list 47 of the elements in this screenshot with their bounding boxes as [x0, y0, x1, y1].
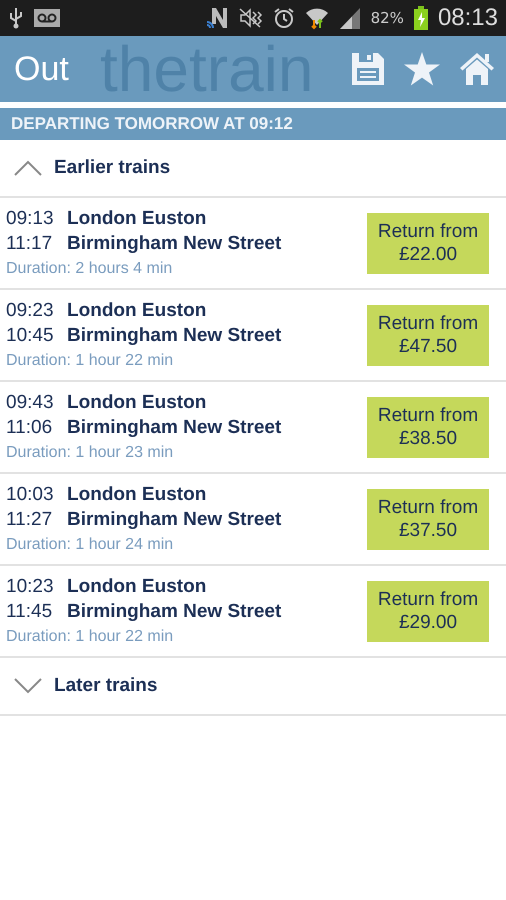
- signal-icon: [338, 7, 361, 29]
- destination-station: Birmingham New Street: [67, 601, 282, 623]
- save-icon[interactable]: [352, 53, 384, 85]
- arrival-time: 10:45: [6, 325, 55, 347]
- origin-station: London Euston: [67, 484, 206, 506]
- return-price-button[interactable]: Return from £47.50: [367, 304, 489, 366]
- departure-time: 09:23: [6, 300, 55, 322]
- nfc-icon: [206, 6, 229, 30]
- wifi-icon: [304, 6, 329, 30]
- origin-station: London Euston: [67, 576, 206, 598]
- journey-duration: Duration: 1 hour 23 min: [6, 444, 174, 462]
- origin-station: London Euston: [67, 208, 206, 230]
- home-icon[interactable]: [460, 53, 494, 85]
- chevron-down-icon: [14, 678, 42, 694]
- return-price-button[interactable]: Return from £38.50: [367, 396, 489, 458]
- alarm-icon: [272, 7, 295, 29]
- arrival-time: 11:17: [6, 233, 54, 255]
- destination-station: Birmingham New Street: [67, 417, 282, 439]
- departure-time: 10:03: [6, 484, 55, 506]
- star-icon[interactable]: [404, 52, 440, 86]
- return-price-button[interactable]: Return from £37.50: [367, 488, 489, 550]
- journey-duration: Duration: 1 hour 24 min: [6, 536, 174, 554]
- battery-charging-icon: [414, 6, 428, 30]
- origin-station: London Euston: [67, 392, 206, 414]
- journey-duration: Duration: 2 hours 4 min: [6, 260, 174, 278]
- battery-percentage: 82%: [370, 9, 404, 27]
- return-price-button[interactable]: Return from £29.00: [367, 580, 489, 642]
- departure-time: 10:23: [6, 576, 55, 598]
- clock-time: 08:13: [438, 4, 498, 32]
- chevron-up-icon: [14, 160, 42, 176]
- destination-station: Birmingham New Street: [67, 509, 282, 531]
- arrival-time: 11:45: [6, 601, 54, 623]
- usb-icon: [8, 7, 24, 29]
- departure-banner: DEPARTING TOMORROW AT 09:12: [0, 108, 506, 140]
- departure-time: 09:13: [6, 208, 55, 230]
- arrival-time: 11:06: [6, 417, 54, 439]
- voicemail-icon: [34, 9, 60, 27]
- journey-duration: Duration: 1 hour 22 min: [6, 352, 174, 370]
- origin-station: London Euston: [67, 300, 206, 322]
- destination-station: Birmingham New Street: [67, 325, 282, 347]
- destination-station: Birmingham New Street: [67, 233, 282, 255]
- arrival-time: 11:27: [6, 509, 54, 531]
- journey-duration: Duration: 1 hour 22 min: [6, 628, 174, 646]
- departure-time: 09:43: [6, 392, 55, 414]
- screen-title: Out: [14, 50, 69, 88]
- return-price-button[interactable]: Return from £22.00: [367, 212, 489, 274]
- mute-icon: [238, 8, 263, 28]
